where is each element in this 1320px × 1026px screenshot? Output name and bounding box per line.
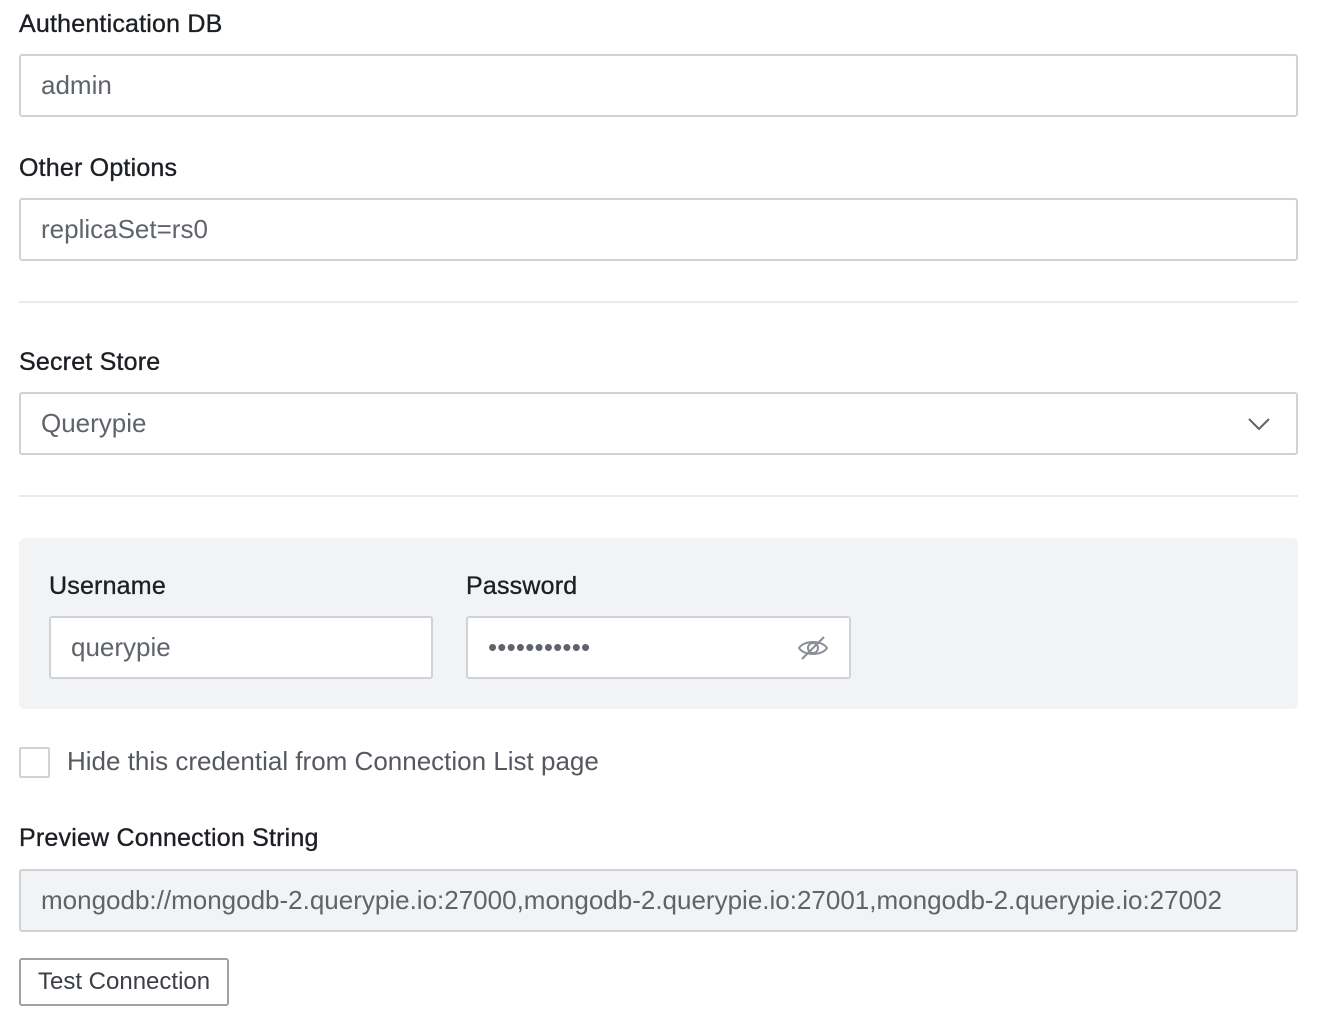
preview-connection-field[interactable]: mongodb://mongodb-2.querypie.io:27000,mo… xyxy=(19,869,1298,932)
secret-store-selected: Querypie xyxy=(41,408,147,438)
eye-off-icon[interactable] xyxy=(797,634,829,662)
secret-store-select[interactable]: Querypie xyxy=(19,392,1298,455)
password-masked-value: ••••••••••• xyxy=(488,632,591,662)
preview-connection-value: mongodb://mongodb-2.querypie.io:27000,mo… xyxy=(41,885,1222,915)
preview-connection-label: Preview Connection String xyxy=(19,824,319,852)
other-options-label: Other Options xyxy=(19,154,178,182)
section-divider xyxy=(19,495,1298,497)
auth-db-input[interactable]: admin xyxy=(19,54,1298,117)
other-options-value: replicaSet=rs0 xyxy=(41,214,208,244)
hide-credential-checkbox[interactable] xyxy=(19,747,50,778)
username-label: Username xyxy=(49,572,166,600)
username-input[interactable]: querypie xyxy=(49,616,433,679)
section-divider xyxy=(19,301,1298,303)
password-label: Password xyxy=(466,572,578,600)
auth-db-label: Authentication DB xyxy=(19,10,223,38)
test-connection-button[interactable]: Test Connection xyxy=(19,958,230,1006)
other-options-input[interactable]: replicaSet=rs0 xyxy=(19,198,1298,261)
chevron-down-icon[interactable] xyxy=(1248,417,1270,431)
password-input[interactable]: ••••••••••• xyxy=(466,616,851,679)
hide-credential-label[interactable]: Hide this credential from Connection Lis… xyxy=(67,746,599,777)
connection-form: Authentication DB admin Other Options re… xyxy=(0,0,1320,1026)
username-value: querypie xyxy=(71,632,171,662)
auth-db-value: admin xyxy=(41,70,112,100)
secret-store-label: Secret Store xyxy=(19,348,161,376)
